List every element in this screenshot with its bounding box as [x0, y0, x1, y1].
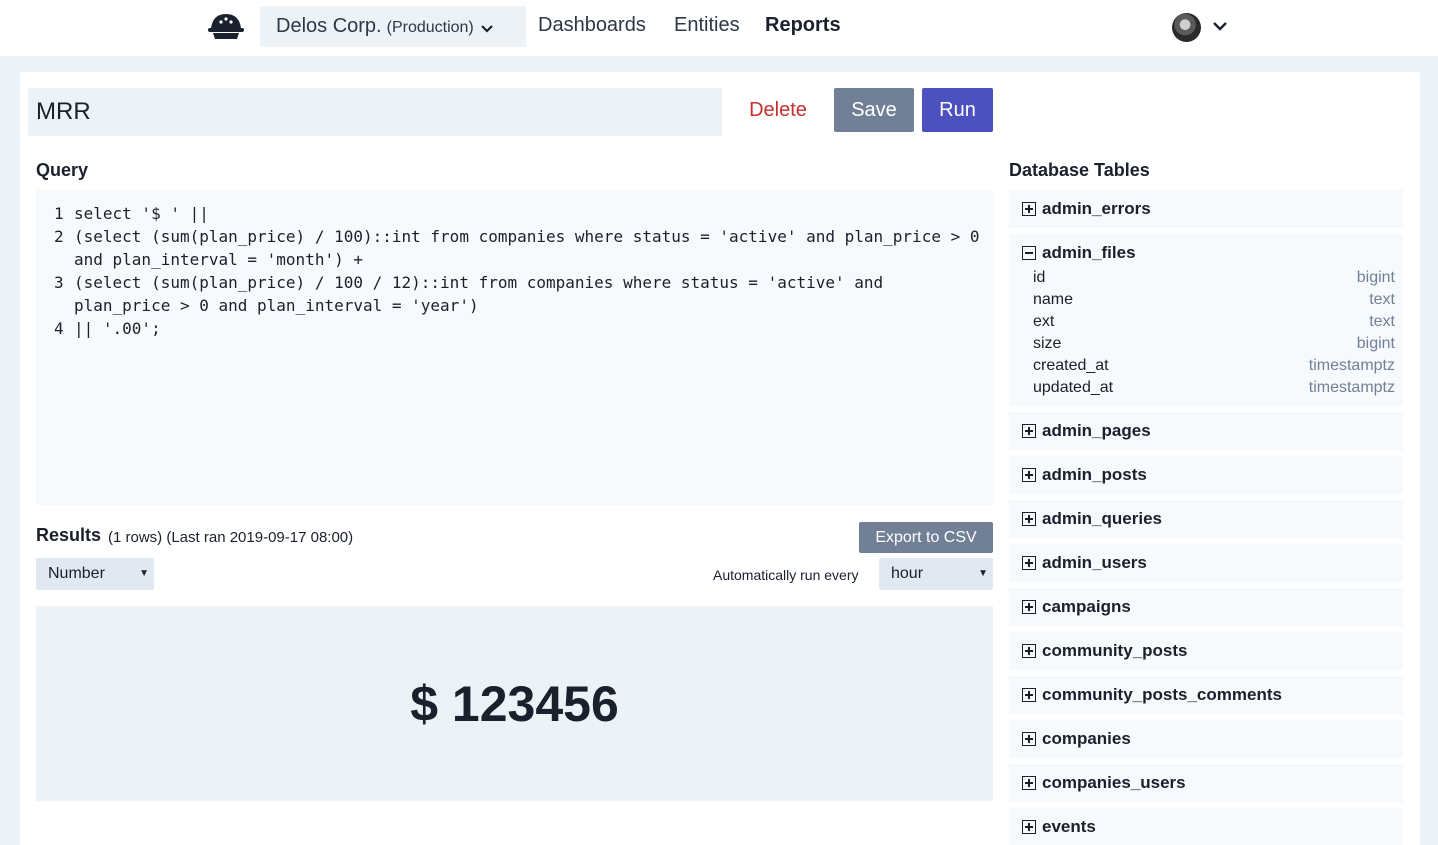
column-name: ext: [1033, 313, 1055, 330]
caret-down-icon: ▼: [139, 568, 149, 579]
table-name: admin_pages: [1042, 421, 1151, 440]
column-name: name: [1033, 291, 1074, 308]
line-number: 2: [54, 227, 64, 246]
table-name: community_posts: [1042, 641, 1188, 660]
query-heading: Query: [36, 160, 89, 180]
code-line: 1 select '$ ' ||: [54, 202, 981, 225]
table-name: admin_files: [1042, 243, 1136, 262]
expand-icon[interactable]: [1022, 644, 1036, 658]
result-panel: $ 123456: [36, 606, 993, 801]
column-type: text: [1369, 291, 1395, 308]
org-environment: (Production): [386, 18, 474, 36]
line-number: 1: [54, 204, 64, 223]
expand-icon[interactable]: [1022, 820, 1036, 834]
table-item[interactable]: admin_pages: [1009, 412, 1403, 450]
column-name: created_at: [1033, 357, 1109, 374]
org-switcher[interactable]: Delos Corp. (Production): [260, 6, 526, 47]
save-button[interactable]: Save: [834, 88, 914, 132]
chevron-down-icon: [480, 24, 493, 33]
code-text: (select (sum(plan_price) / 100 / 12)::in…: [74, 273, 893, 315]
column-type: text: [1369, 313, 1395, 330]
auto-run-label: Automatically run every: [713, 567, 859, 583]
column-name: size: [1033, 335, 1062, 352]
auto-run-select[interactable]: hour ▼: [879, 558, 993, 590]
nav-reports[interactable]: Reports: [765, 14, 841, 37]
database-tables-list: admin_errors admin_files id bigint name te…: [1009, 190, 1403, 845]
column-row: size bigint: [1017, 333, 1395, 355]
table-item[interactable]: community_posts: [1009, 632, 1403, 670]
column-name: id: [1033, 269, 1046, 286]
line-number: 3: [54, 273, 64, 292]
expand-icon[interactable]: [1022, 424, 1036, 438]
table-item[interactable]: admin_errors: [1009, 190, 1403, 228]
table-name: admin_errors: [1042, 199, 1151, 218]
expand-icon[interactable]: [1022, 732, 1036, 746]
run-button[interactable]: Run: [922, 88, 993, 132]
code-line: 3 (select (sum(plan_price) / 100 / 12)::i…: [54, 271, 981, 317]
query-editor[interactable]: 1 select '$ ' || 2 (select (sum(plan_price…: [36, 190, 993, 505]
caret-down-icon: ▼: [978, 568, 988, 579]
line-number: 4: [54, 319, 64, 338]
table-item[interactable]: events: [1009, 808, 1403, 845]
nav-dashboards[interactable]: Dashboards: [538, 14, 646, 37]
display-type-select[interactable]: Number ▼: [36, 558, 154, 590]
org-name: Delos Corp.: [276, 15, 382, 37]
column-row: id bigint: [1017, 267, 1395, 289]
top-nav: Delos Corp. (Production) Dashboards Enti…: [0, 0, 1438, 56]
table-item[interactable]: admin_files id bigint name text ext text si…: [1009, 234, 1403, 406]
expand-icon[interactable]: [1022, 776, 1036, 790]
table-item[interactable]: companies_users: [1009, 764, 1403, 802]
expand-icon[interactable]: [1022, 468, 1036, 482]
pie-logo-icon[interactable]: [207, 11, 245, 41]
report-title-input[interactable]: [28, 88, 722, 136]
expand-icon[interactable]: [1022, 202, 1036, 216]
table-item[interactable]: companies: [1009, 720, 1403, 758]
table-item[interactable]: community_posts_comments: [1009, 676, 1403, 714]
expand-icon[interactable]: [1022, 512, 1036, 526]
database-tables-heading: Database Tables: [1009, 160, 1150, 180]
user-avatar[interactable]: [1172, 13, 1201, 42]
auto-run-value: hour: [891, 565, 924, 582]
table-name: companies_users: [1042, 773, 1186, 792]
code-line: 2 (select (sum(plan_price) / 100)::int fr…: [54, 225, 981, 271]
column-row: created_at timestamptz: [1017, 355, 1395, 377]
table-name: admin_queries: [1042, 509, 1162, 528]
code-text: (select (sum(plan_price) / 100)::int fro…: [74, 227, 990, 269]
collapse-icon[interactable]: [1022, 246, 1036, 260]
export-csv-button[interactable]: Export to CSV: [859, 522, 993, 553]
column-row: ext text: [1017, 311, 1395, 333]
result-value: $ 123456: [410, 675, 619, 732]
column-row: name text: [1017, 289, 1395, 311]
display-type-value: Number: [48, 565, 105, 582]
column-type: timestamptz: [1308, 379, 1395, 396]
results-meta: (1 rows) (Last ran 2019-09-17 08:00): [108, 529, 354, 546]
results-heading: Results: [36, 525, 102, 545]
table-name: companies: [1042, 729, 1131, 748]
column-type: timestamptz: [1308, 357, 1395, 374]
table-item[interactable]: admin_users: [1009, 544, 1403, 582]
table-item[interactable]: campaigns: [1009, 588, 1403, 626]
expand-icon[interactable]: [1022, 556, 1036, 570]
column-type: bigint: [1356, 269, 1395, 286]
table-name: admin_users: [1042, 553, 1147, 572]
expand-icon[interactable]: [1022, 688, 1036, 702]
nav-entities[interactable]: Entities: [674, 14, 740, 37]
chevron-down-icon[interactable]: [1212, 20, 1228, 32]
expand-icon[interactable]: [1022, 600, 1036, 614]
table-name: campaigns: [1042, 597, 1131, 616]
column-type: bigint: [1356, 335, 1395, 352]
column-row: updated_at timestamptz: [1017, 377, 1395, 399]
table-name: events: [1042, 817, 1096, 836]
table-name: admin_posts: [1042, 465, 1147, 484]
code-text: || '.00';: [74, 319, 161, 338]
column-name: updated_at: [1033, 379, 1114, 396]
table-name: community_posts_comments: [1042, 685, 1282, 704]
delete-button[interactable]: Delete: [735, 88, 821, 132]
table-item[interactable]: admin_queries: [1009, 500, 1403, 538]
table-item[interactable]: admin_posts: [1009, 456, 1403, 494]
code-text: select '$ ' ||: [74, 204, 209, 223]
code-line: 4 || '.00';: [54, 317, 981, 340]
